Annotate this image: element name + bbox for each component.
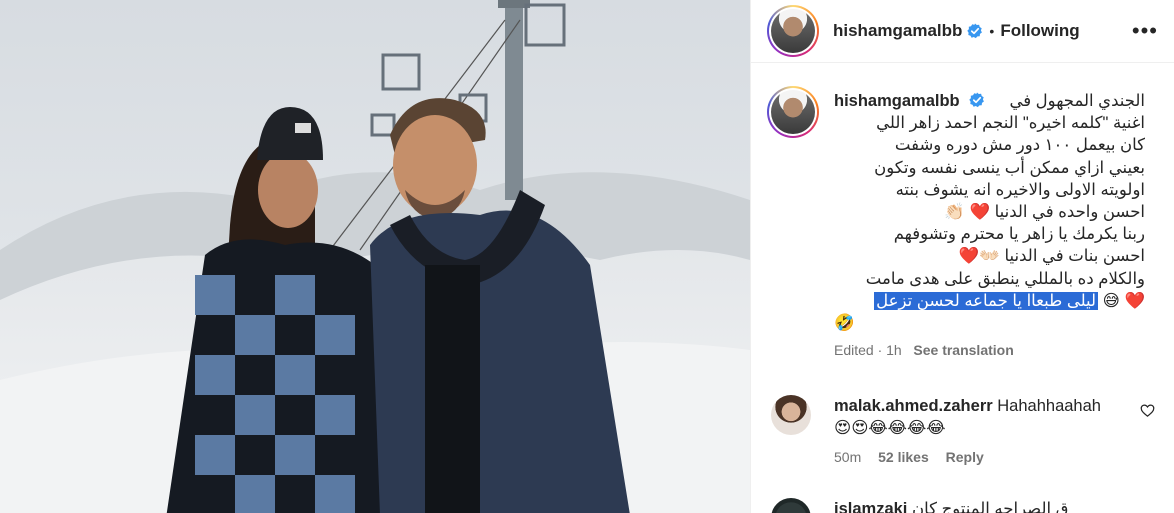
caption-meta: Edited · 1h See translation [834,342,1145,358]
caption-text-line: احسن واحده في الدنيا ❤️ 👏🏻 [944,203,1145,222]
separator-dot: • [989,23,995,39]
person-left [166,107,390,513]
caption-text-line: اولويته الاولى والاخيره انه يشوف بنته [895,180,1145,199]
comment-likes[interactable]: 52 likes [878,449,929,465]
verified-badge-icon [969,92,985,108]
more-options-icon[interactable]: ••• [1132,20,1158,42]
following-button[interactable]: Following [1000,21,1079,41]
post-details-panel: hishamgamalbb • Following ••• hishamgama… [750,0,1174,513]
author-avatar[interactable] [767,5,819,57]
post-header: hishamgamalbb • Following ••• [751,0,1174,63]
caption-text-line: بعيني ازاي ممكن أب ينسى نفسه وتكون [874,158,1145,177]
edited-time: Edited · 1h [834,342,902,359]
caption-avatar[interactable] [767,86,819,138]
comment-body: islamzaki ق الصراحه المنتوج كان [834,498,1134,513]
comment-emoji: 😍😍😂😂😂😂 [834,419,946,437]
caption-text-line: الجندي المجهول في [1009,92,1145,110]
selected-text: ليلى طبعاا يا جماعه لحسن تزعل [874,291,1099,310]
comment-time: 50m [834,449,862,465]
commenter-username[interactable]: malak.ahmed.zaherr [834,397,993,415]
caption-body: hishamgamalbb الجندي المجهول في اغنية "ك… [834,90,1145,358]
caption-text-line: اغنية "كلمه اخيره" النجم احمد زاهر اللي [876,114,1145,133]
caption-last-emoji: 🤣 [834,314,855,333]
person-right [370,98,630,513]
comment-text: ق الصراحه المنتوج كان [911,500,1069,513]
caption-emoji: ❤️ 😅 [1102,291,1145,310]
comment-text: Hahahhaahah [997,397,1101,415]
author-username[interactable]: hishamgamalbb [833,21,962,41]
heart-outline-icon[interactable] [1140,403,1155,418]
comment-body: malak.ahmed.zaherr Hahahhaahah 😍😍😂😂😂😂 50… [834,395,1134,465]
verified-badge-icon [967,23,983,39]
caption-text-line: احسن بنات في الدنيا 👐🏻❤️ [958,247,1145,266]
reply-button[interactable]: Reply [946,449,984,465]
comment-meta: 50m 52 likes Reply [834,449,1134,465]
commenter-avatar[interactable] [771,498,811,513]
caption-text-line: كان بيعمل ١٠٠ دور مش دوره وشفت [894,136,1145,155]
commenter-username[interactable]: islamzaki [834,500,907,513]
see-translation-link[interactable]: See translation [913,342,1013,358]
caption-text-line: والكلام ده بالمللي ينطبق على هدى مامت [865,269,1145,288]
caption-username[interactable]: hishamgamalbb [834,92,960,110]
caption-text-line: ربنا يكرمك يا زاهر يا محترم وتشوفهم [893,225,1145,244]
commenter-avatar[interactable] [771,395,811,435]
post-photo[interactable] [0,0,750,513]
